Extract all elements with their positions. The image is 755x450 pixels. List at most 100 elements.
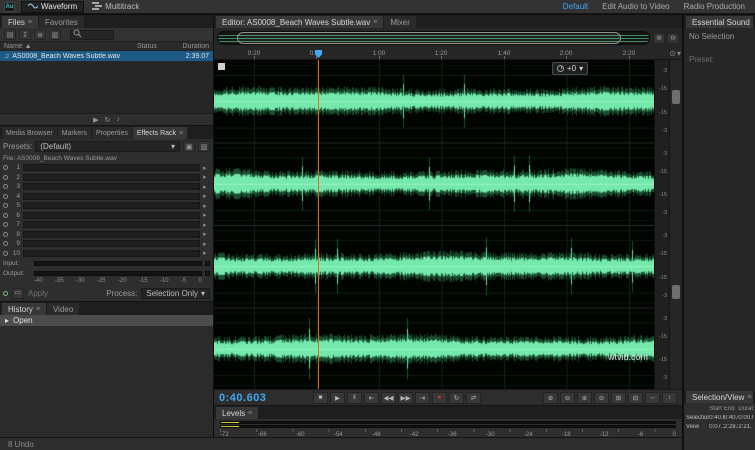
waveform-display[interactable]: +0 ▾ wtvid.com: [214, 60, 654, 389]
effect-slot[interactable]: [23, 230, 200, 238]
slot-power-toggle[interactable]: [3, 231, 8, 237]
effect-slot[interactable]: [23, 192, 200, 200]
effect-slot[interactable]: [23, 249, 200, 257]
effect-slot[interactable]: [23, 221, 200, 229]
effect-slot[interactable]: [23, 183, 200, 191]
tab-files[interactable]: Files ≡: [2, 16, 38, 28]
effect-slot[interactable]: [23, 211, 200, 219]
duration-column-header[interactable]: Duration: [171, 43, 209, 50]
name-column-header[interactable]: Name ▲: [4, 43, 137, 50]
preview-play-icon[interactable]: ▶: [93, 116, 98, 124]
pause-button[interactable]: ‖: [347, 391, 362, 404]
slot-power-toggle[interactable]: [3, 222, 8, 228]
tab-favorites[interactable]: Favorites: [38, 16, 84, 28]
scrollbar-thumb[interactable]: [672, 285, 680, 299]
tab-properties[interactable]: Properties: [91, 127, 132, 139]
slot-power-toggle[interactable]: [3, 212, 8, 218]
timeline-ruler[interactable]: 0:20 0:40 1:00 1:20 1:40 2:00 2:20: [214, 48, 654, 60]
scrollbar-thumb[interactable]: [672, 90, 680, 104]
panel-menu-icon[interactable]: ≡: [747, 394, 751, 401]
rewind-button[interactable]: ◀◀: [381, 391, 396, 404]
tab-selection-view[interactable]: Selection/View ≡: [686, 391, 753, 403]
time-display[interactable]: 0:40.603: [219, 392, 311, 404]
panel-menu-icon[interactable]: ≡: [248, 410, 252, 417]
slot-menu-icon[interactable]: ▸: [203, 249, 210, 257]
zoom-to-selection-button[interactable]: ⊞: [611, 391, 626, 404]
tab-mixer[interactable]: Mixer: [384, 16, 416, 28]
preview-autoplay-icon[interactable]: ♪: [116, 116, 120, 123]
slot-menu-icon[interactable]: ▸: [203, 221, 210, 229]
open-file-icon[interactable]: ▤: [4, 29, 16, 40]
slot-power-toggle[interactable]: [3, 241, 8, 247]
trash-icon[interactable]: ▥: [49, 29, 61, 40]
slot-power-toggle[interactable]: [3, 184, 8, 190]
slot-menu-icon[interactable]: ▸: [203, 240, 210, 248]
tab-video[interactable]: Video: [46, 303, 80, 315]
effect-slot[interactable]: [23, 164, 200, 172]
workspace-radio-production-button[interactable]: Radio Production: [678, 1, 751, 12]
tab-markers[interactable]: Markers: [57, 127, 91, 139]
preset-dropdown[interactable]: (Default) ▾: [35, 141, 180, 152]
input-clip-indicator[interactable]: [205, 260, 210, 266]
zoom-in-time-button[interactable]: ⊕: [543, 391, 558, 404]
meters-toggle-icon[interactable]: ≔: [12, 287, 24, 299]
zoom-out-full-button[interactable]: ⊟: [628, 391, 643, 404]
time-format-menu-icon[interactable]: ▾: [677, 49, 681, 58]
tab-essential-sound[interactable]: Essential Sound ≡: [686, 16, 753, 28]
waveform-canvas[interactable]: [214, 60, 654, 389]
effect-slot[interactable]: [23, 202, 200, 210]
slot-menu-icon[interactable]: ▸: [203, 183, 210, 191]
amplitude-ruler[interactable]: -3 -15 -15 -3 -3 -15 -15 -3 -3 -15 -15 -3 -3 -15 -15 -3: [654, 60, 669, 389]
panel-menu-icon[interactable]: ≡: [179, 130, 183, 137]
workspace-default-button[interactable]: Default: [557, 1, 594, 12]
slot-menu-icon[interactable]: ▸: [203, 173, 210, 181]
workspace-edit-audio-to-video-button[interactable]: Edit Audio to Video: [596, 1, 675, 12]
output-clip-indicator[interactable]: [205, 270, 210, 276]
vertical-scrollbar[interactable]: [669, 60, 682, 389]
effect-slot[interactable]: [23, 173, 200, 181]
slot-power-toggle[interactable]: [3, 203, 8, 209]
history-entry[interactable]: ▸ Open: [0, 315, 213, 326]
slot-power-toggle[interactable]: [3, 174, 8, 180]
zoom-out-time-button[interactable]: ⊖: [560, 391, 575, 404]
save-preset-icon[interactable]: ▣: [183, 141, 195, 152]
loop-playback-button[interactable]: ↻: [449, 391, 464, 404]
overview-track[interactable]: [217, 31, 650, 45]
rack-power-toggle[interactable]: [3, 290, 8, 296]
volume-hud[interactable]: +0 ▾: [552, 62, 589, 75]
view-row[interactable]: View 0:07.143 2:28.876 2:21.733: [686, 422, 753, 431]
apply-button[interactable]: Apply: [28, 289, 48, 298]
slot-menu-icon[interactable]: ▸: [203, 202, 210, 210]
skip-to-start-button[interactable]: ⇤: [364, 391, 379, 404]
vertical-zoom-out-icon[interactable]: ⊖: [667, 32, 679, 44]
slot-power-toggle[interactable]: [3, 250, 8, 256]
tab-history[interactable]: History ≡: [2, 303, 46, 315]
panel-menu-icon[interactable]: ≡: [28, 19, 32, 26]
process-mode-dropdown[interactable]: Selection Only ▾: [141, 287, 210, 299]
slot-power-toggle[interactable]: [3, 193, 8, 199]
preview-loop-icon[interactable]: ↻: [105, 116, 111, 124]
tab-editor[interactable]: Editor: AS0008_Beach Waves Subtle.wav ≡: [216, 16, 384, 28]
tab-media-browser[interactable]: Media Browser: [2, 127, 57, 139]
stop-button[interactable]: ■: [313, 391, 328, 404]
file-row[interactable]: ♫ AS0008_Beach Waves Subtle.wav 2:39.07: [0, 51, 213, 61]
slot-menu-icon[interactable]: ▸: [203, 230, 210, 238]
zoom-out-amplitude-button[interactable]: ⊖: [594, 391, 609, 404]
record-button[interactable]: ●: [432, 391, 447, 404]
search-input[interactable]: [84, 31, 114, 38]
tab-levels[interactable]: Levels ≡: [216, 407, 259, 419]
waveform-view-button[interactable]: Waveform: [21, 0, 85, 13]
slot-menu-icon[interactable]: ▸: [203, 164, 210, 172]
gain-knob-icon[interactable]: [557, 65, 564, 72]
selection-row[interactable]: Selection 0:40.603 0:40.603 0:00.000: [686, 413, 753, 422]
files-search-box[interactable]: [70, 29, 114, 40]
slot-menu-icon[interactable]: ▸: [203, 211, 210, 219]
panel-menu-icon[interactable]: ≡: [36, 306, 40, 313]
import-file-icon[interactable]: ↧: [19, 29, 31, 40]
fast-forward-button[interactable]: ▶▶: [398, 391, 413, 404]
status-column-header[interactable]: Status: [137, 43, 171, 50]
vertical-zoom-in-icon[interactable]: ⊕: [653, 32, 665, 44]
delete-preset-icon[interactable]: ▥: [198, 141, 210, 152]
tab-effects-rack[interactable]: Effects Rack ≡: [132, 127, 188, 139]
multitrack-view-button[interactable]: Multitrack: [86, 1, 145, 13]
